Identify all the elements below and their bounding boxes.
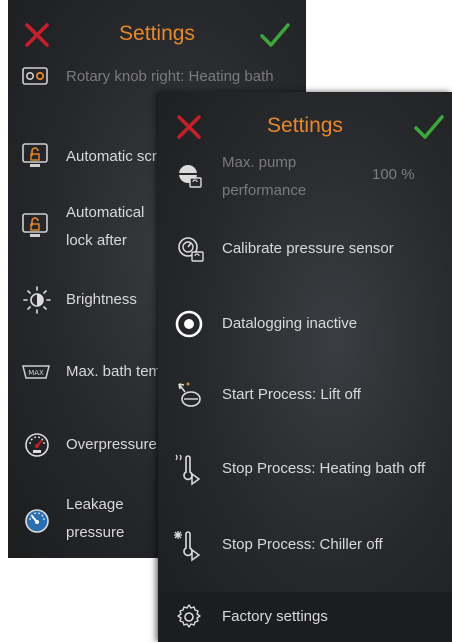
list-item-label: Start Process: Lift off (222, 386, 361, 403)
record-icon (175, 310, 203, 338)
list-item-label-line2: pressure (66, 524, 125, 541)
max-temp-icon: MAX (22, 365, 50, 379)
pump-icon (179, 165, 202, 188)
list-item-max-pump-performance[interactable]: Max. pump performance 100 % (158, 150, 452, 206)
header: Settings (8, 0, 306, 70)
pump-performance-value: 100 % (372, 166, 415, 183)
list-item-label: Leakage (66, 496, 124, 513)
list-item-label: Max. pump (222, 154, 297, 171)
lift-off-icon (178, 382, 201, 407)
list-item-label: Brightness (66, 291, 137, 308)
gear-icon (177, 604, 201, 628)
list-item-start-process-lift-off[interactable]: Start Process: Lift off (158, 378, 452, 412)
overpressure-gauge-icon (25, 433, 49, 457)
list-item-label: Max. bath tem (66, 363, 162, 380)
max-badge-text: MAX (28, 369, 44, 377)
list-item-calibrate-pressure-sensor[interactable]: Calibrate pressure sensor (158, 232, 452, 266)
list-item-label-line2: performance (222, 182, 307, 199)
screen-lock-icon (22, 213, 48, 237)
list-item-label: Calibrate pressure sensor (222, 240, 394, 257)
list-item-label: Factory settings (222, 608, 328, 625)
calibrate-sensor-icon (178, 237, 204, 262)
list-item-stop-heating-bath[interactable]: Stop Process: Heating bath off (158, 452, 452, 488)
list-item-label: Rotary knob right: Heating bath (66, 68, 274, 85)
list-item-label: Datalogging inactive (222, 315, 358, 332)
chiller-off-icon (174, 531, 201, 562)
list-item-label: Stop Process: Chiller off (222, 536, 383, 553)
list-item-label: Automatical (66, 204, 145, 221)
list-item-stop-chiller[interactable]: Stop Process: Chiller off (158, 528, 452, 564)
page-title: Settings (267, 114, 343, 137)
confirm-check-icon[interactable] (258, 20, 292, 50)
leakage-gauge-icon (25, 509, 49, 533)
brightness-icon (23, 286, 51, 314)
screen-lock-icon (22, 143, 48, 167)
rotary-knob-icon (22, 67, 48, 85)
list-item-factory-settings[interactable]: Factory settings (158, 592, 452, 642)
list-item-label: Stop Process: Heating bath off (222, 460, 426, 477)
list-item-label: Overpressure (66, 436, 157, 453)
list-item-datalogging[interactable]: Datalogging inactive (158, 307, 452, 341)
list-item-label-line2: lock after (66, 232, 127, 249)
settings-panel-front: Settings Max. pump performance 100 % Cal… (158, 92, 452, 642)
heating-bath-off-icon (175, 454, 201, 486)
confirm-check-icon[interactable] (412, 112, 446, 142)
list-item-label: Automatic scr (66, 148, 157, 165)
